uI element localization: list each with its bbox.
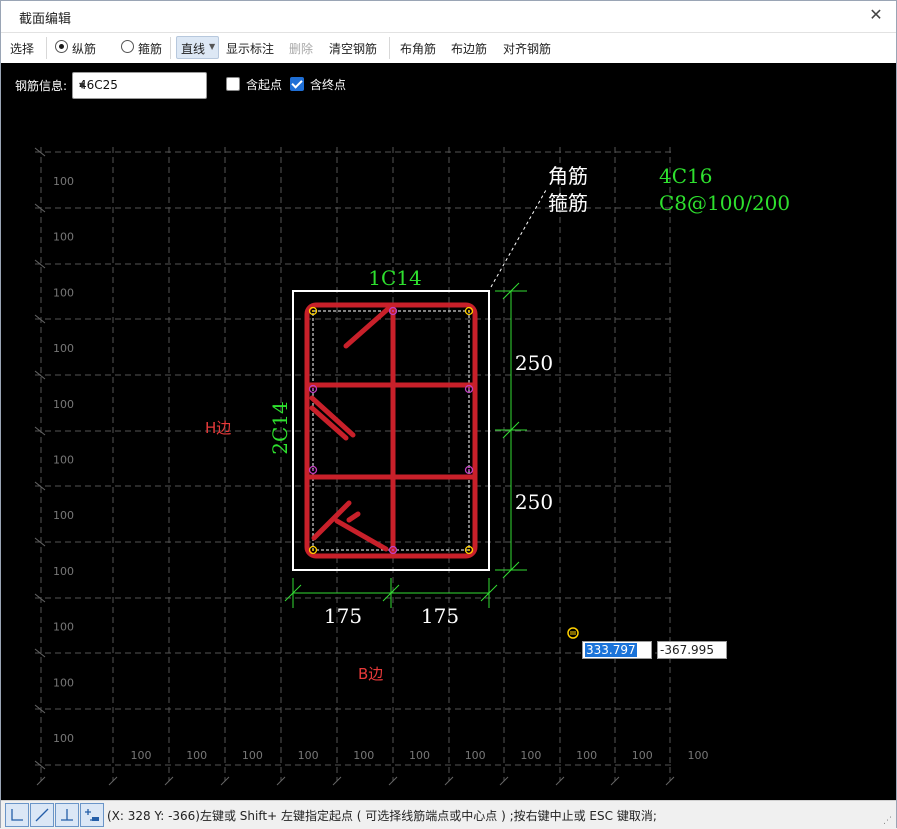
toolbar-divider [46, 37, 47, 59]
dim-right-top: 250 [515, 351, 553, 375]
grid-label-left: 100 [53, 621, 74, 634]
grid-label-left: 100 [53, 454, 74, 467]
grid-label-bottom: 100 [520, 749, 541, 762]
y-coordinate-input[interactable]: -367.995 [657, 641, 727, 659]
grid-label-bottom: 100 [465, 749, 486, 762]
hook-top [343, 305, 392, 349]
select-button[interactable]: 选择 [10, 40, 34, 57]
chevron-down-icon: ▼ [209, 42, 216, 51]
grid-label-left: 100 [53, 565, 74, 578]
grid-label-left: 100 [53, 175, 74, 188]
dim-bottom-right: 175 [421, 604, 459, 628]
x-coordinate-input[interactable]: 333.797 [582, 641, 652, 659]
grid-label-bottom: 100 [632, 749, 653, 762]
title-bar: 截面编辑 ✕ [1, 1, 896, 31]
grid-label-bottom: 100 [353, 749, 374, 762]
grid-label-bottom: 100 [688, 749, 709, 762]
dimension-right [495, 282, 527, 579]
grid-label-bottom: 100 [242, 749, 263, 762]
top-rebar-label: 1C14 [368, 266, 421, 290]
corner-rebar-button[interactable]: 布角筋 [400, 40, 436, 57]
corner-rebar-label: 角筋 [548, 164, 588, 188]
status-message: (X: 328 Y: -366)左键或 Shift+ 左键指定起点 ( 可选择线… [107, 809, 657, 823]
drawing-canvas[interactable]: 钢筋信息: 46C25 ▼ 含起点 含终点 100 100 100 100 100 100… [1, 63, 896, 800]
grid-left-labels: 100 100 100 100 100 100 100 100 100 100 100 [53, 175, 74, 745]
ortho-mode-icon[interactable] [5, 803, 29, 827]
grid-label-left: 100 [53, 509, 74, 522]
line-mode-dropdown[interactable]: 直线 ▼ [176, 36, 219, 59]
cursor-snap-icon [567, 627, 579, 639]
toolbar: 选择 纵筋 箍筋 直线 ▼ 显示标注 删除 清空钢筋 布角筋 布边筋 对齐钢筋 [1, 32, 896, 63]
section-edit-window: 截面编辑 ✕ 选择 纵筋 箍筋 直线 ▼ 显示标注 删除 清空钢筋 布角筋 布边… [0, 0, 897, 828]
resize-grip-icon[interactable]: ⋰ [883, 816, 892, 826]
stirrup-label[interactable]: 箍筋 [138, 40, 162, 57]
grid-label-bottom: 100 [409, 749, 430, 762]
offset-snap-icon[interactable] [80, 803, 104, 827]
dim-bottom-left: 175 [324, 604, 362, 628]
dimension-bottom [284, 578, 498, 608]
perpendicular-snap-icon[interactable] [55, 803, 79, 827]
hook-bottom-2 [334, 518, 389, 552]
hook-bottom-3 [346, 511, 361, 523]
grid-label-left: 100 [53, 732, 74, 745]
stirrup-radio[interactable] [121, 40, 134, 53]
b-side-label: B边 [358, 665, 383, 683]
leader-line [490, 189, 547, 288]
grid-lines [34, 147, 675, 786]
x-coordinate-value: 333.797 [585, 643, 637, 657]
polar-mode-icon[interactable] [30, 803, 54, 827]
hook-bottom-1 [311, 500, 352, 541]
status-bar: (X: 328 Y: -366)左键或 Shift+ 左键指定起点 ( 可选择线… [1, 800, 896, 828]
section-drawing: 100100100100100100100100100100100 100 100… [34, 147, 790, 786]
side-rebar-button[interactable]: 布边筋 [451, 40, 487, 57]
show-annotation-button[interactable]: 显示标注 [226, 40, 274, 57]
grid-label-left: 100 [53, 286, 74, 299]
y-coordinate-value: -367.995 [660, 643, 714, 657]
align-rebar-button[interactable]: 对齐钢筋 [503, 40, 551, 57]
toolbar-divider [170, 37, 171, 59]
longitudinal-radio[interactable] [55, 40, 68, 53]
clear-rebar-button[interactable]: 清空钢筋 [329, 40, 377, 57]
grid-label-bottom: 100 [186, 749, 207, 762]
close-icon[interactable]: ✕ [866, 5, 886, 25]
toolbar-divider [389, 37, 390, 59]
dim-right-bottom: 250 [515, 490, 553, 514]
window-title: 截面编辑 [19, 12, 72, 27]
grid-label-bottom: 100 [576, 749, 597, 762]
grid-label-left: 100 [53, 676, 74, 689]
grid-label-left: 100 [53, 342, 74, 355]
grid-label-left: 100 [53, 398, 74, 411]
h-side-label: H边 [205, 419, 231, 437]
grid-bottom-labels: 100 100 100 100 100 100 100 100 100 100 100 [131, 749, 709, 762]
longitudinal-label[interactable]: 纵筋 [72, 40, 96, 57]
grid-label-bottom: 100 [298, 749, 319, 762]
side-rebar-label: 2C14 [268, 401, 292, 454]
line-mode-label: 直线 [181, 42, 206, 56]
grid-label-bottom: 100 [131, 749, 152, 762]
delete-button[interactable]: 删除 [289, 40, 313, 57]
grid-label-left: 100 [53, 231, 74, 244]
stirrup-label-text: 箍筋 [548, 191, 588, 215]
corner-rebar-value: 4C16 [659, 164, 712, 188]
stirrup-value: C8@100/200 [659, 191, 790, 215]
